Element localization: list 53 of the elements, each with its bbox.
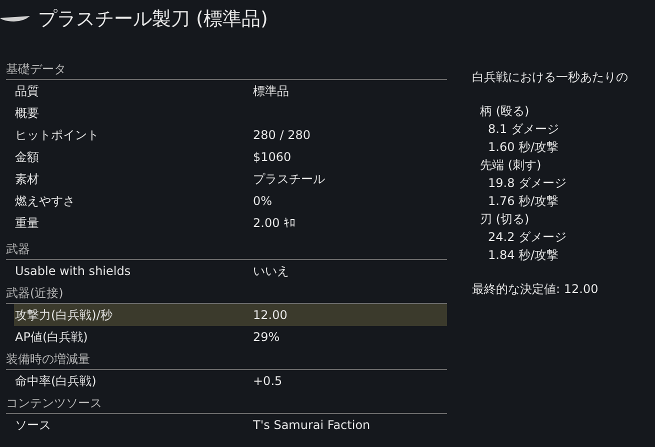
stat-label: 命中率(白兵戦) (14, 373, 98, 390)
stat-row[interactable]: 重量 2.00 ｷﾛ (14, 212, 447, 234)
stat-label: 概要 (14, 105, 40, 122)
stat-row[interactable]: 品質 標準品 (14, 80, 447, 102)
stat-value: 280 / 280 (253, 127, 310, 144)
stat-value: $1060 (253, 149, 292, 166)
stat-label: AP値(白兵戦) (14, 329, 89, 346)
knife-icon (0, 14, 30, 24)
cooldown-text: 1.76 秒/攻撃 (488, 194, 559, 208)
section-heading: 基礎データ (6, 61, 66, 78)
stat-row[interactable]: 素材 プラスチール (14, 168, 447, 190)
section-heading: コンテンツソース (6, 395, 102, 412)
stat-row[interactable]: AP値(白兵戦) 29% (14, 326, 447, 348)
stat-label: 攻撃力(白兵戦)/秒 (14, 307, 114, 324)
cooldown-text: 1.84 秒/攻撃 (488, 248, 559, 262)
section-heading: 武器 (6, 241, 30, 258)
part-name: 先端 (刺す) (480, 158, 542, 172)
stat-label: 燃えやすさ (14, 193, 76, 210)
stat-label: ヒットポイント (14, 127, 100, 144)
stat-value: 29% (253, 329, 280, 346)
stat-label: Usable with shields (14, 263, 132, 280)
stat-label: 素材 (14, 171, 40, 188)
stat-row[interactable]: 攻撃力(白兵戦)/秒 12.00 (14, 304, 447, 326)
stat-label: ソース (14, 417, 52, 434)
stat-row[interactable]: ソース T's Samurai Faction (14, 414, 447, 436)
stat-label: 品質 (14, 83, 40, 100)
stat-row[interactable]: 命中率(白兵戦) +0.5 (14, 370, 447, 392)
stat-row[interactable]: ヒットポイント 280 / 280 (14, 124, 447, 146)
damage-text: 8.1 ダメージ (488, 122, 559, 136)
stat-value: +0.5 (253, 373, 282, 390)
stat-row[interactable]: 金額 $1060 (14, 146, 447, 168)
part-name: 柄 (殴る) (480, 104, 530, 118)
stat-row[interactable]: 概要 (14, 102, 447, 124)
cooldown-text: 1.60 秒/攻撃 (488, 140, 559, 154)
stat-value: 標準品 (253, 83, 289, 100)
stat-value: 12.00 (253, 307, 288, 324)
section-heading: 武器(近接) (6, 285, 64, 302)
stat-value: T's Samurai Faction (253, 417, 370, 434)
final-value: 最終的な決定値: 12.00 (472, 282, 598, 296)
stat-value: 2.00 ｷﾛ (253, 215, 296, 232)
stat-value: いいえ (253, 263, 289, 280)
item-title: プラスチール製刀 (標準品) (38, 6, 268, 32)
stat-value: プラスチール (253, 171, 325, 188)
damage-text: 24.2 ダメージ (488, 230, 567, 244)
stat-label: 金額 (14, 149, 40, 166)
damage-text: 19.8 ダメージ (488, 176, 567, 190)
stat-value: 0% (253, 193, 272, 210)
stat-label: 重量 (14, 215, 40, 232)
stat-row[interactable]: Usable with shields いいえ (14, 260, 447, 282)
detail-heading: 白兵戦における一秒あたりの (472, 70, 628, 84)
section-heading: 装備時の増減量 (6, 351, 90, 368)
part-name: 刃 (切る) (480, 212, 530, 226)
stat-row[interactable]: 燃えやすさ 0% (14, 190, 447, 212)
